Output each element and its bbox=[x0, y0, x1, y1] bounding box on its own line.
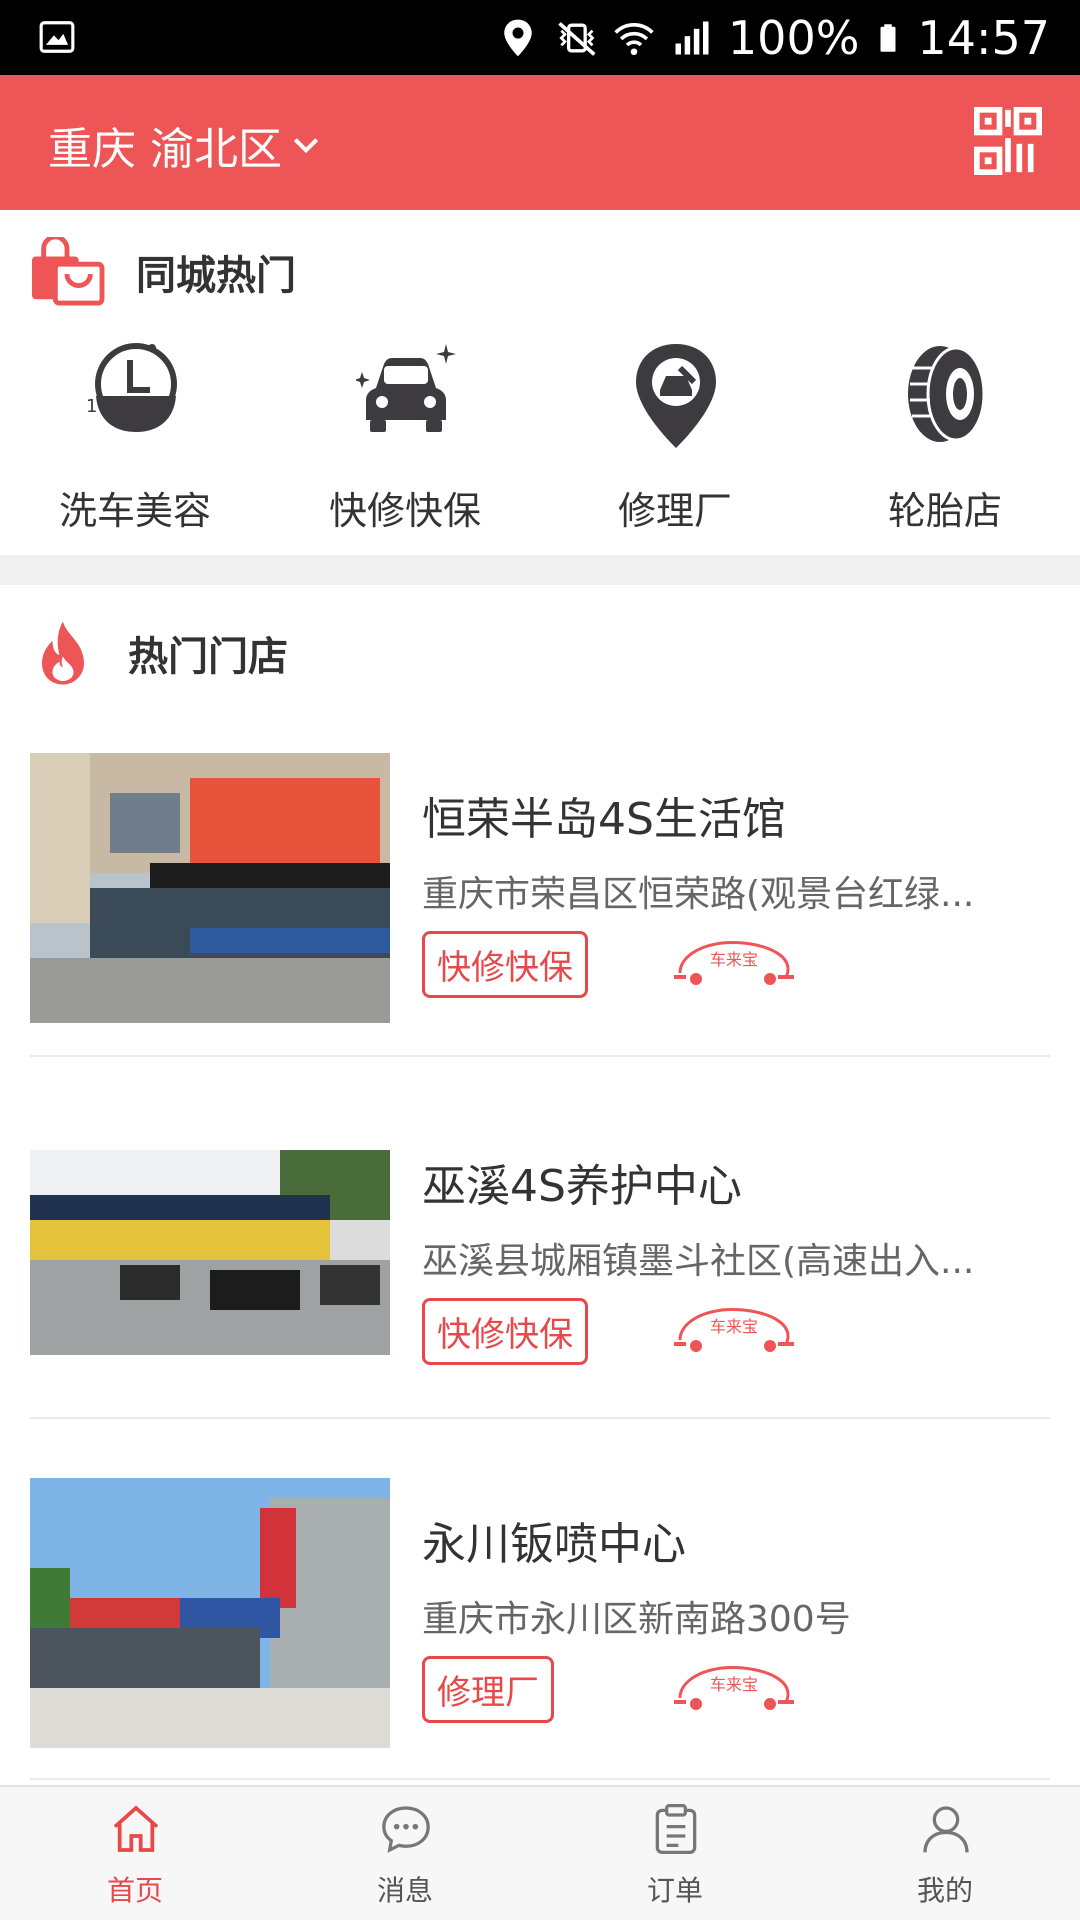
order-icon bbox=[655, 1804, 697, 1854]
tab-home[interactable]: 首页 bbox=[0, 1787, 270, 1920]
tab-label: 消息 bbox=[376, 1874, 433, 1907]
category-label: 轮胎店 bbox=[887, 489, 1002, 533]
store-address: 重庆市永川区新南路300号 bbox=[422, 1599, 851, 1640]
store-tag: 快修快保 bbox=[422, 931, 588, 998]
repair-location-pin-icon bbox=[636, 344, 716, 448]
gallery-icon bbox=[39, 21, 75, 53]
status-bar: 100% 14:57 bbox=[0, 0, 1080, 75]
app-header: 重庆 渝北区 bbox=[0, 75, 1080, 210]
category-car-wash[interactable]: 1 洗车美容 bbox=[0, 340, 270, 540]
home-icon bbox=[113, 1805, 159, 1852]
category-repair-shop[interactable]: 修理厂 bbox=[540, 340, 810, 540]
user-icon bbox=[923, 1806, 969, 1853]
store-info: 巫溪4S养护中心 巫溪县城厢镇墨斗社区(高速出入... 快修快保 车来宝 bbox=[422, 1150, 1050, 1365]
category-label: 洗车美容 bbox=[58, 489, 211, 533]
tab-label: 首页 bbox=[106, 1874, 163, 1907]
brand-logo-text: 车来宝 bbox=[710, 950, 758, 969]
category-label: 修理厂 bbox=[617, 489, 732, 533]
chevron-down-icon bbox=[293, 138, 319, 154]
store-name: 永川钣喷中心 bbox=[422, 1519, 686, 1570]
row-divider bbox=[30, 1778, 1050, 1780]
tab-label: 我的 bbox=[916, 1874, 973, 1907]
message-icon bbox=[382, 1806, 430, 1853]
brand-logo-text: 车来宝 bbox=[710, 1675, 758, 1694]
category-grid: 1 洗车美容 快修快保 修理厂 轮胎店 bbox=[0, 340, 1080, 540]
location-selector[interactable]: 重庆 渝北区 bbox=[48, 117, 322, 175]
tab-label: 订单 bbox=[646, 1874, 703, 1907]
store-photo bbox=[30, 1478, 390, 1748]
store-photo bbox=[30, 1150, 390, 1355]
section-title: 同城热门 bbox=[136, 253, 296, 299]
brand-logo-car-icon: 车来宝 bbox=[674, 941, 794, 985]
qr-scan-icon[interactable] bbox=[974, 107, 1042, 175]
hot-city-section: 同城热门 1 洗车美容 快修快保 修理厂 轮胎店 bbox=[0, 210, 1080, 555]
row-divider bbox=[30, 1417, 1050, 1419]
battery-icon bbox=[880, 24, 896, 52]
store-name: 巫溪4S养护中心 bbox=[422, 1161, 742, 1212]
tab-profile[interactable]: 我的 bbox=[810, 1787, 1080, 1920]
bottom-tab-bar: 首页 消息 订单 我的 bbox=[0, 1785, 1080, 1920]
hot-stores-header: 热门门店 bbox=[28, 613, 288, 693]
tab-orders[interactable]: 订单 bbox=[540, 1787, 810, 1920]
store-info: 永川钣喷中心 重庆市永川区新南路300号 修理厂 车来宝 bbox=[422, 1508, 1050, 1723]
store-name: 恒荣半岛4S生活馆 bbox=[422, 794, 786, 845]
section-divider bbox=[0, 555, 1080, 585]
section-title: 热门门店 bbox=[128, 634, 288, 680]
flame-icon bbox=[42, 621, 84, 685]
store-card[interactable]: 恒荣半岛4S生活馆 重庆市荣昌区恒荣路(观景台红绿... 快修快保 车来宝 bbox=[30, 753, 1050, 1023]
category-label: 快修快保 bbox=[328, 489, 481, 533]
tire-icon bbox=[908, 346, 986, 442]
store-tag: 修理厂 bbox=[422, 1656, 554, 1723]
location-icon bbox=[504, 19, 532, 57]
svg-text:1: 1 bbox=[86, 396, 97, 417]
battery-percent: 100% bbox=[727, 11, 860, 65]
store-address: 重庆市荣昌区恒荣路(观景台红绿... bbox=[422, 874, 975, 915]
tab-messages[interactable]: 消息 bbox=[270, 1787, 540, 1920]
store-card[interactable]: 永川钣喷中心 重庆市永川区新南路300号 修理厂 车来宝 bbox=[30, 1478, 1050, 1748]
store-tags: 修理厂 车来宝 bbox=[422, 1656, 1050, 1723]
brand-logo-text: 车来宝 bbox=[710, 1317, 758, 1336]
mute-vibrate-icon bbox=[558, 21, 596, 56]
row-divider bbox=[30, 1055, 1050, 1057]
brand-logo-car-icon: 车来宝 bbox=[674, 1308, 794, 1352]
store-photo bbox=[30, 753, 390, 1023]
store-card[interactable]: 巫溪4S养护中心 巫溪县城厢镇墨斗社区(高速出入... 快修快保 车来宝 bbox=[30, 1150, 1050, 1365]
wifi-icon bbox=[614, 22, 654, 56]
store-tags: 快修快保 车来宝 bbox=[422, 1298, 1050, 1365]
signal-icon bbox=[675, 21, 709, 55]
store-tag: 快修快保 bbox=[422, 1298, 588, 1365]
shopping-bag-icon bbox=[32, 237, 105, 306]
store-tags: 快修快保 车来宝 bbox=[422, 931, 1050, 998]
store-info: 恒荣半岛4S生活馆 重庆市荣昌区恒荣路(观景台红绿... 快修快保 车来宝 bbox=[422, 783, 1050, 998]
hot-stores-section: 热门门店 恒荣半岛4S生活馆 重庆市荣昌区恒荣路(观景台红绿... 快修快保 车… bbox=[0, 585, 1080, 1785]
car-wash-clock-icon: 1 bbox=[86, 343, 177, 432]
store-address: 巫溪县城厢镇墨斗社区(高速出入... bbox=[422, 1241, 975, 1282]
hot-city-header: 同城热门 bbox=[28, 232, 296, 312]
category-tire-shop[interactable]: 轮胎店 bbox=[810, 340, 1080, 540]
location-label: 重庆 渝北区 bbox=[48, 124, 282, 175]
category-quick-repair[interactable]: 快修快保 bbox=[270, 340, 540, 540]
clock: 14:57 bbox=[917, 11, 1050, 65]
brand-logo-car-icon: 车来宝 bbox=[674, 1666, 794, 1710]
car-sparkle-icon bbox=[356, 344, 456, 432]
